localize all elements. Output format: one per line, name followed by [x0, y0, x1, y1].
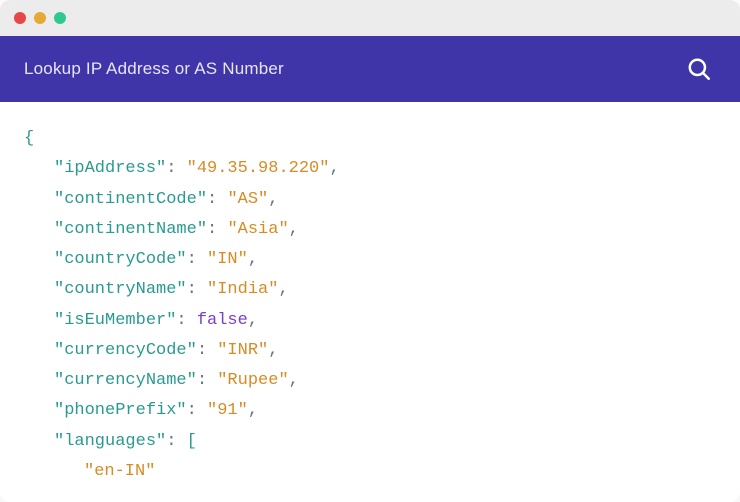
json-bracket: [	[187, 432, 197, 451]
json-colon: :	[187, 401, 207, 420]
json-key: "countryName"	[54, 280, 187, 299]
json-comma: ,	[289, 220, 299, 239]
json-colon: :	[187, 250, 207, 269]
code-line: "languages": [	[24, 427, 716, 457]
json-key: "currencyName"	[54, 371, 197, 390]
json-colon: :	[207, 220, 227, 239]
json-comma: ,	[289, 371, 299, 390]
close-icon[interactable]	[14, 12, 26, 24]
json-key: "currencyCode"	[54, 341, 197, 360]
app-window: {"ipAddress": "49.35.98.220","continentC…	[0, 0, 740, 502]
json-colon: :	[176, 311, 196, 330]
code-line: "currencyName": "Rupee",	[24, 366, 716, 396]
json-colon: :	[166, 432, 186, 451]
json-value: "IN"	[207, 250, 248, 269]
search-button[interactable]	[682, 52, 716, 86]
json-key: "isEuMember"	[54, 311, 176, 330]
search-input[interactable]	[24, 59, 682, 79]
json-comma: ,	[248, 250, 258, 269]
minimize-icon[interactable]	[34, 12, 46, 24]
code-line: "en-IN"	[24, 457, 716, 487]
json-key: "continentCode"	[54, 190, 207, 209]
code-line: "countryCode": "IN",	[24, 245, 716, 275]
json-colon: :	[187, 280, 207, 299]
json-key: "continentName"	[54, 220, 207, 239]
json-comma: ,	[268, 190, 278, 209]
zoom-icon[interactable]	[54, 12, 66, 24]
json-colon: :	[197, 341, 217, 360]
json-colon: :	[207, 190, 227, 209]
code-line: "countryName": "India",	[24, 275, 716, 305]
json-comma: ,	[248, 401, 258, 420]
code-line: "currencyCode": "INR",	[24, 336, 716, 366]
json-comma: ,	[329, 159, 339, 178]
code-line: "continentCode": "AS",	[24, 185, 716, 215]
search-bar	[0, 36, 740, 102]
code-line: "phonePrefix": "91",	[24, 396, 716, 426]
json-colon: :	[166, 159, 186, 178]
json-brace: {	[24, 129, 34, 148]
json-value: "49.35.98.220"	[187, 159, 330, 178]
json-value: "91"	[207, 401, 248, 420]
json-value: false	[197, 311, 248, 330]
code-line: "continentName": "Asia",	[24, 215, 716, 245]
json-value: "Rupee"	[217, 371, 288, 390]
titlebar	[0, 0, 740, 36]
json-value: "INR"	[217, 341, 268, 360]
json-comma: ,	[278, 280, 288, 299]
json-key: "ipAddress"	[54, 159, 166, 178]
json-response: {"ipAddress": "49.35.98.220","continentC…	[0, 102, 740, 502]
json-value: "Asia"	[227, 220, 288, 239]
json-key: "languages"	[54, 432, 166, 451]
json-value: "en-IN"	[84, 462, 155, 481]
json-key: "countryCode"	[54, 250, 187, 269]
code-line: "isEuMember": false,	[24, 306, 716, 336]
code-line: "ipAddress": "49.35.98.220",	[24, 154, 716, 184]
json-comma: ,	[248, 311, 258, 330]
json-key: "phonePrefix"	[54, 401, 187, 420]
json-comma: ,	[268, 341, 278, 360]
json-colon: :	[197, 371, 217, 390]
code-line: {	[24, 124, 716, 154]
json-value: "AS"	[227, 190, 268, 209]
json-value: "India"	[207, 280, 278, 299]
search-icon	[686, 56, 712, 82]
